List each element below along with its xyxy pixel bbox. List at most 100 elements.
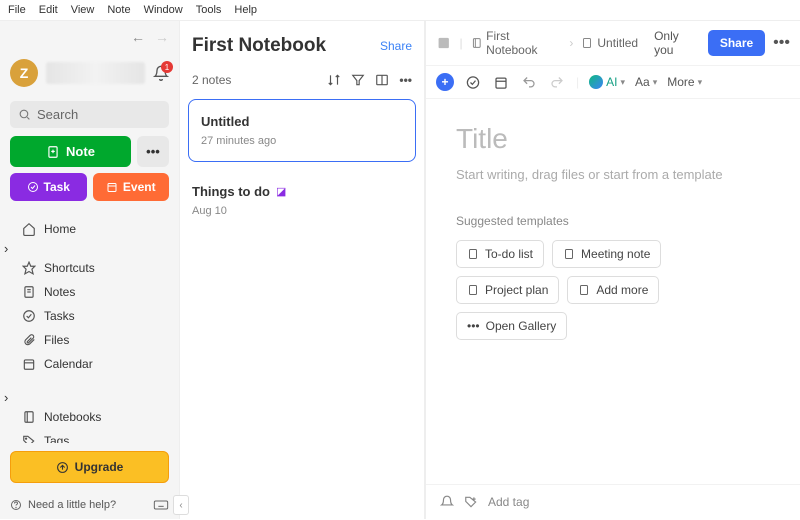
doc-icon — [467, 284, 479, 296]
note-item-time: Aug 10 — [192, 205, 412, 217]
editor-more-icon[interactable]: ••• — [773, 34, 790, 52]
reminder-icon[interactable] — [440, 495, 454, 509]
expand-icon[interactable] — [436, 35, 451, 51]
note-icon — [581, 37, 593, 49]
menubar: File Edit View Note Window Tools Help — [0, 0, 800, 21]
template-label: Open Gallery — [486, 319, 557, 333]
ai-button[interactable]: AI▾ — [589, 75, 625, 89]
share-button[interactable]: Share — [708, 30, 765, 56]
search-icon — [18, 108, 31, 121]
menu-note[interactable]: Note — [107, 4, 130, 16]
ai-icon — [589, 75, 603, 89]
new-note-button[interactable]: Note — [10, 136, 131, 167]
upgrade-icon — [56, 461, 69, 474]
sidebar-item-label: Notebooks — [44, 410, 101, 424]
sidebar-item-notes[interactable]: Notes — [4, 280, 175, 304]
ellipsis-icon: ••• — [467, 319, 480, 333]
breadcrumb-note-label: Untitled — [597, 36, 638, 50]
note-body-input[interactable]: Start writing, drag files or start from … — [456, 167, 770, 182]
user-name-redacted — [46, 62, 145, 84]
note-item-title: Untitled — [201, 114, 403, 129]
template-label: Meeting note — [581, 247, 650, 261]
search-placeholder: Search — [37, 107, 78, 122]
sidebar-item-tags[interactable]: Tags — [4, 429, 175, 443]
chevron-right-icon[interactable]: › — [4, 390, 8, 405]
new-task-label: Task — [44, 180, 70, 194]
note-icon — [22, 285, 36, 299]
home-icon — [22, 222, 36, 236]
menu-file[interactable]: File — [8, 4, 26, 16]
template-todo[interactable]: To-do list — [456, 240, 544, 268]
sidebar: ← → Z 1 Search Note ••• Task — [0, 21, 180, 519]
sidebar-item-label: Tasks — [44, 309, 75, 323]
template-meeting[interactable]: Meeting note — [552, 240, 661, 268]
task-toggle-icon[interactable] — [464, 75, 482, 90]
undo-icon[interactable] — [520, 75, 538, 90]
note-item-selected[interactable]: Untitled 27 minutes ago — [188, 99, 416, 162]
sidebar-item-label: Files — [44, 333, 69, 347]
menu-help[interactable]: Help — [234, 4, 257, 16]
upgrade-button[interactable]: Upgrade — [10, 451, 169, 483]
note-item-title: Things to do — [192, 184, 270, 199]
new-event-button[interactable]: Event — [93, 173, 170, 201]
upgrade-label: Upgrade — [75, 460, 124, 474]
font-button[interactable]: Aa▾ — [635, 75, 657, 89]
sidebar-item-shortcuts[interactable]: Shortcuts — [4, 256, 175, 280]
menu-view[interactable]: View — [71, 4, 95, 16]
menu-edit[interactable]: Edit — [39, 4, 58, 16]
collapse-sidebar-handle[interactable]: ‹ — [173, 495, 189, 515]
redo-icon — [548, 75, 566, 90]
view-mode-icon[interactable] — [375, 73, 389, 87]
breadcrumb-note[interactable]: Untitled — [581, 36, 638, 50]
new-event-label: Event — [123, 180, 156, 194]
template-open-gallery[interactable]: ••• Open Gallery — [456, 312, 567, 340]
notebook-icon — [471, 37, 483, 49]
chevron-right-icon[interactable]: › — [4, 241, 8, 256]
nav-back-icon[interactable]: ← — [131, 29, 145, 45]
help-label: Need a little help? — [28, 499, 116, 511]
sidebar-item-home[interactable]: Home — [4, 217, 175, 241]
share-status[interactable]: Only you — [654, 29, 700, 57]
calendar-icon — [22, 357, 36, 371]
sidebar-item-files[interactable]: Files — [4, 328, 175, 352]
menu-window[interactable]: Window — [144, 4, 183, 16]
tag-add-icon[interactable] — [464, 495, 478, 509]
sidebar-item-tasks[interactable]: Tasks — [4, 304, 175, 328]
notifications-button[interactable]: 1 — [153, 65, 169, 81]
help-icon — [10, 499, 22, 511]
help-link[interactable]: Need a little help? — [10, 499, 116, 511]
sidebar-item-calendar[interactable]: Calendar — [4, 352, 175, 376]
breadcrumb-separator: › — [569, 36, 573, 50]
insert-button[interactable]: + — [436, 73, 454, 91]
sidebar-item-notebooks[interactable]: Notebooks — [4, 405, 175, 429]
template-label: Add more — [596, 283, 648, 297]
menu-tools[interactable]: Tools — [196, 4, 222, 16]
search-input[interactable]: Search — [10, 101, 169, 128]
editor-toolbar: + | AI▾ Aa▾ More▾ — [426, 66, 800, 99]
new-note-more-button[interactable]: ••• — [137, 136, 169, 167]
note-title-input[interactable]: Title — [456, 123, 770, 155]
template-project[interactable]: Project plan — [456, 276, 559, 304]
calendar-toolbar-icon[interactable] — [492, 75, 510, 90]
star-icon — [22, 261, 36, 275]
more-format-label: More — [667, 75, 694, 89]
doc-icon — [563, 248, 575, 260]
template-add-more[interactable]: Add more — [567, 276, 659, 304]
template-label: To-do list — [485, 247, 533, 261]
editor-footer: Add tag — [426, 484, 800, 519]
breadcrumb-notebook[interactable]: First Notebook — [471, 29, 562, 57]
user-row[interactable]: Z 1 — [0, 53, 179, 93]
filter-icon[interactable] — [351, 73, 365, 87]
add-tag-link[interactable]: Add tag — [488, 495, 529, 509]
notebook-share-link[interactable]: Share — [380, 39, 412, 53]
new-task-button[interactable]: Task — [10, 173, 87, 201]
more-format-button[interactable]: More▾ — [667, 75, 702, 89]
sort-icon[interactable] — [327, 73, 341, 87]
editor-body[interactable]: Title Start writing, drag files or start… — [426, 99, 800, 484]
note-item[interactable]: Things to do ◪ Aug 10 — [180, 172, 424, 229]
doc-icon — [467, 248, 479, 260]
notelist-more-icon[interactable]: ••• — [399, 73, 412, 87]
keyboard-icon[interactable] — [153, 499, 169, 511]
note-plus-icon — [46, 145, 60, 159]
sidebar-item-label: Tags — [44, 434, 69, 443]
